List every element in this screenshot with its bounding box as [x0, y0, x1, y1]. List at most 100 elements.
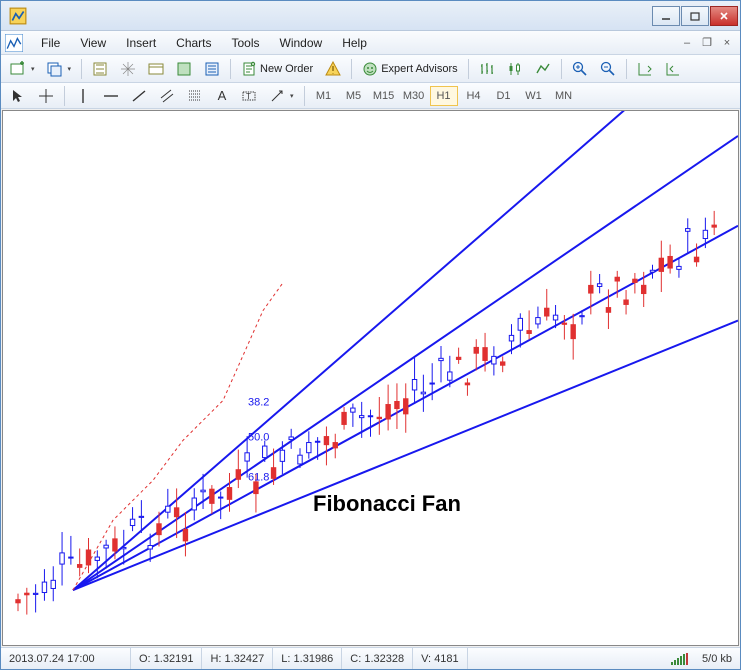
order-icon: [241, 61, 257, 77]
text-button[interactable]: A: [210, 85, 234, 107]
app-icon: [9, 7, 27, 25]
separator: [304, 86, 305, 106]
trendline-button[interactable]: [126, 85, 152, 107]
status-datetime: 2013.07.24 17:00: [1, 648, 131, 669]
candle-chart-button[interactable]: [502, 58, 528, 80]
fibonacci-button[interactable]: [182, 85, 208, 107]
status-kb: 5/0 kb: [694, 648, 740, 669]
maximize-button[interactable]: [681, 6, 709, 26]
menubar: File View Insert Charts Tools Window Hel…: [1, 31, 740, 55]
mdi-restore-button[interactable]: ❐: [698, 35, 716, 51]
chart-shift-button[interactable]: [660, 58, 686, 80]
timeframe-m5[interactable]: M5: [340, 86, 368, 106]
titlebar: [1, 1, 740, 31]
expert-advisors-label: Expert Advisors: [381, 63, 457, 75]
fibonacci-icon: [187, 88, 203, 104]
crosshair-button[interactable]: [33, 85, 59, 107]
main-toolbar: ▾ ▾ New Order Expert Advisors: [1, 55, 740, 83]
minimize-button[interactable]: [652, 6, 680, 26]
zoom-in-button[interactable]: [567, 58, 593, 80]
chart-area[interactable]: 38.2 50.0 61.8 Fibonacci Fan: [2, 110, 739, 646]
chart-canvas: 38.2 50.0 61.8: [3, 111, 738, 645]
arrows-icon: [269, 88, 285, 104]
chevron-down-icon: ▾: [290, 92, 294, 100]
drawing-toolbar: A T ▾ M1 M5 M15 M30 H1 H4 D1 W1 MN: [1, 83, 740, 109]
menu-insert[interactable]: Insert: [116, 33, 166, 53]
text-label-icon: T: [241, 88, 257, 104]
mdi-minimize-button[interactable]: –: [678, 35, 696, 51]
timeframe-h1[interactable]: H1: [430, 86, 458, 106]
channel-icon: [159, 88, 175, 104]
tester-button[interactable]: [171, 58, 197, 80]
navigator-button[interactable]: [115, 58, 141, 80]
timeframe-m1[interactable]: M1: [310, 86, 338, 106]
timeframe-d1[interactable]: D1: [490, 86, 518, 106]
connection-bars-icon: [671, 653, 688, 665]
zoom-out-button[interactable]: [595, 58, 621, 80]
status-high: H: 1.32427: [202, 648, 273, 669]
channel-button[interactable]: [154, 85, 180, 107]
menu-view[interactable]: View: [70, 33, 116, 53]
warning-icon: [325, 61, 341, 77]
menu-window[interactable]: Window: [270, 33, 333, 53]
status-low: L: 1.31986: [273, 648, 342, 669]
mt4-icon: [5, 34, 23, 52]
menu-help[interactable]: Help: [332, 33, 377, 53]
separator: [626, 59, 627, 79]
chart-annotation: Fibonacci Fan: [313, 491, 461, 517]
text-a-icon: A: [218, 88, 227, 103]
separator: [351, 59, 352, 79]
arrows-button[interactable]: ▾: [264, 85, 299, 107]
vline-icon: [75, 88, 91, 104]
plus-chart-icon: [10, 61, 26, 77]
expert-icon: [362, 61, 378, 77]
menu-tools[interactable]: Tools: [222, 33, 270, 53]
horizontal-line-button[interactable]: [98, 85, 124, 107]
chart-shift-icon: [665, 61, 681, 77]
cursor-icon: [10, 88, 26, 104]
autotrading-button[interactable]: [320, 58, 346, 80]
menu-charts[interactable]: Charts: [166, 33, 221, 53]
status-open: O: 1.32191: [131, 648, 202, 669]
crosshair-icon: [38, 88, 54, 104]
candle-chart-icon: [507, 61, 523, 77]
market-watch-button[interactable]: [87, 58, 113, 80]
status-volume: V: 4181: [413, 648, 468, 669]
new-order-button[interactable]: New Order: [236, 58, 318, 80]
timeframe-mn[interactable]: MN: [550, 86, 578, 106]
hline-icon: [103, 88, 119, 104]
close-button[interactable]: [710, 6, 738, 26]
trendline-icon: [131, 88, 147, 104]
bar-chart-icon: [479, 61, 495, 77]
timeframe-m30[interactable]: M30: [400, 86, 428, 106]
auto-scroll-icon: [637, 61, 653, 77]
timeframe-h4[interactable]: H4: [460, 86, 488, 106]
timeframe-m15[interactable]: M15: [370, 86, 398, 106]
zoom-out-icon: [600, 61, 616, 77]
timeframe-w1[interactable]: W1: [520, 86, 548, 106]
fib-label-618: 61.8: [248, 471, 269, 483]
separator: [64, 86, 65, 106]
status-close: C: 1.32328: [342, 648, 413, 669]
bar-chart-button[interactable]: [474, 58, 500, 80]
expert-advisors-button[interactable]: Expert Advisors: [357, 58, 462, 80]
text-label-button[interactable]: T: [236, 85, 262, 107]
market-watch-icon: [92, 61, 108, 77]
profiles-icon: [47, 61, 63, 77]
mdi-close-button[interactable]: ×: [718, 35, 736, 51]
chevron-down-icon: ▾: [31, 65, 35, 73]
vertical-line-button[interactable]: [70, 85, 96, 107]
fib-label-50: 50.0: [248, 431, 269, 443]
menu-file[interactable]: File: [31, 33, 70, 53]
new-chart-button[interactable]: ▾: [5, 58, 40, 80]
cursor-button[interactable]: [5, 85, 31, 107]
data-window-button[interactable]: [199, 58, 225, 80]
new-order-label: New Order: [260, 63, 313, 75]
profiles-button[interactable]: ▾: [42, 58, 77, 80]
terminal-button[interactable]: [143, 58, 169, 80]
navigator-icon: [120, 61, 136, 77]
fib-label-382: 38.2: [248, 396, 269, 408]
auto-scroll-button[interactable]: [632, 58, 658, 80]
line-chart-button[interactable]: [530, 58, 556, 80]
terminal-icon: [148, 61, 164, 77]
